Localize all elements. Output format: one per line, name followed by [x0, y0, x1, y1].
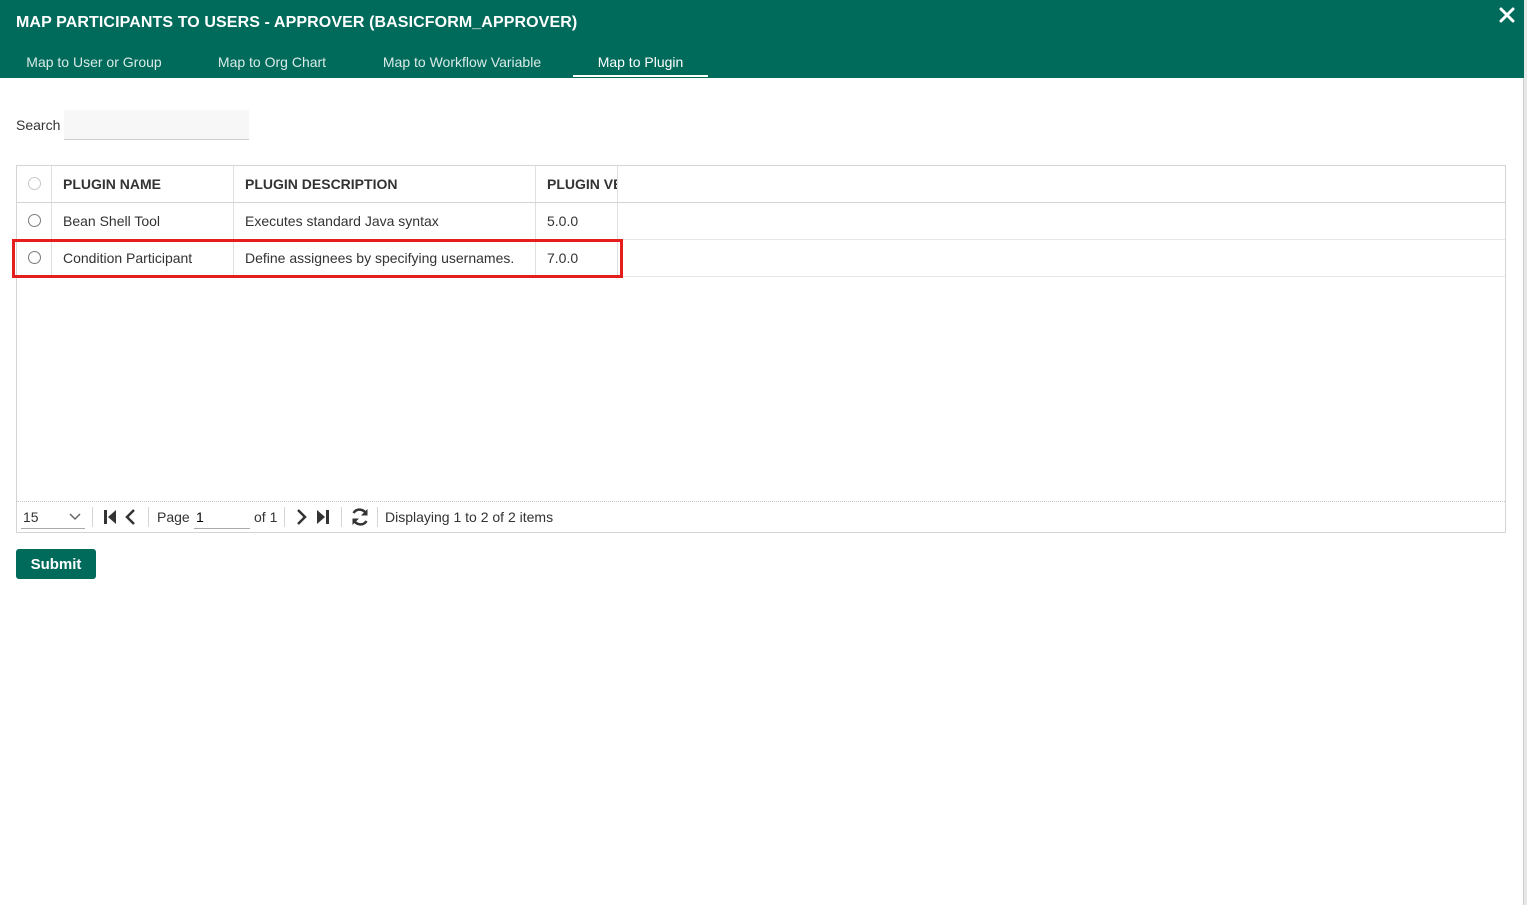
- plugin-name-cell: Condition Participant: [52, 240, 234, 276]
- plugin-description-cell: Executes standard Java syntax: [234, 203, 536, 239]
- search-input[interactable]: [64, 110, 249, 140]
- tab-map-to-user-or-group[interactable]: Map to User or Group: [16, 46, 172, 77]
- pager-divider: [341, 507, 342, 527]
- page-size-select[interactable]: 15: [21, 505, 85, 529]
- tab-map-to-org-chart[interactable]: Map to Org Chart: [208, 46, 336, 77]
- first-page-icon[interactable]: [101, 506, 119, 528]
- pager-divider: [92, 507, 93, 527]
- page-size-value: 15: [23, 509, 39, 525]
- grid-header: PLUGIN NAME PLUGIN DESCRIPTION PLUGIN VE: [17, 166, 1505, 203]
- current-page-input[interactable]: [194, 505, 250, 529]
- plugin-version-cell: 7.0.0: [536, 240, 618, 276]
- plugin-name-cell: Bean Shell Tool: [52, 203, 234, 239]
- pagination-bar: 15 Page of 1: [17, 502, 1505, 532]
- plugin-version-cell: 5.0.0: [536, 203, 618, 239]
- select-all-cell: [17, 166, 52, 202]
- row-select-cell: [17, 203, 52, 239]
- row-radio[interactable]: [28, 214, 41, 227]
- table-row[interactable]: Bean Shell Tool Executes standard Java s…: [17, 203, 1505, 240]
- dialog-title: MAP PARTICIPANTS TO USERS - APPROVER (BA…: [16, 14, 578, 31]
- search-label: Search: [16, 117, 61, 133]
- column-header-plugin-name[interactable]: PLUGIN NAME: [52, 166, 234, 202]
- pager-divider: [284, 507, 285, 527]
- grid-empty-area: [17, 277, 1505, 502]
- row-select-cell: [17, 240, 52, 276]
- select-all-radio: [28, 177, 41, 190]
- page-label: Page: [157, 509, 190, 525]
- prev-page-icon[interactable]: [122, 506, 140, 528]
- last-page-icon[interactable]: [314, 506, 332, 528]
- table-row[interactable]: Condition Participant Define assignees b…: [17, 240, 1505, 277]
- chevron-down-icon: [69, 505, 81, 537]
- row-radio[interactable]: [28, 251, 41, 264]
- tab-map-to-workflow-variable[interactable]: Map to Workflow Variable: [373, 46, 551, 77]
- submit-button[interactable]: Submit: [16, 549, 96, 579]
- plugin-description-cell: Define assignees by specifying usernames…: [234, 240, 536, 276]
- pager-divider: [377, 507, 378, 527]
- refresh-icon[interactable]: [349, 506, 371, 528]
- column-header-plugin-version[interactable]: PLUGIN VE: [536, 166, 618, 202]
- column-header-plugin-description[interactable]: PLUGIN DESCRIPTION: [234, 166, 536, 202]
- pager-status: Displaying 1 to 2 of 2 items: [385, 509, 554, 525]
- plugin-grid: PLUGIN NAME PLUGIN DESCRIPTION PLUGIN VE…: [16, 165, 1506, 533]
- close-icon[interactable]: [1496, 4, 1518, 26]
- tab-map-to-plugin[interactable]: Map to Plugin: [573, 46, 708, 77]
- total-pages-label: of 1: [254, 509, 278, 525]
- next-page-icon[interactable]: [292, 506, 310, 528]
- map-participants-dialog: MAP PARTICIPANTS TO USERS - APPROVER (BA…: [0, 0, 1524, 905]
- dialog-header: MAP PARTICIPANTS TO USERS - APPROVER (BA…: [0, 0, 1524, 78]
- pager-divider: [148, 507, 149, 527]
